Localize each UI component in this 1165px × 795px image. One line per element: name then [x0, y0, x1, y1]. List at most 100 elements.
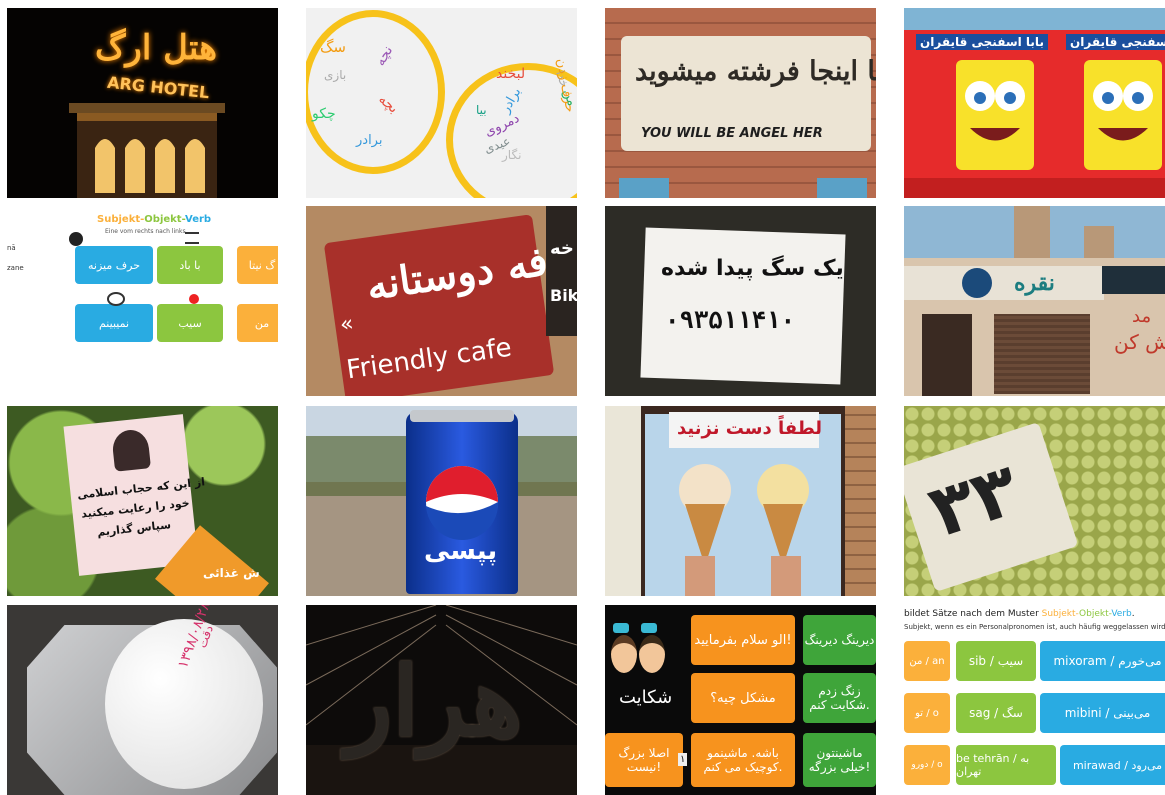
green-bubble-1: دیرینگ دیرینگ — [803, 615, 876, 665]
sov-title: Subjekt-Objekt-Verb — [97, 214, 211, 225]
photo-sov-slide[interactable]: Subjekt-Objekt-Verb Eine vom rechts nach… — [7, 206, 278, 396]
angel-sign-persian: شما اینجا فرشته میشوید — [635, 56, 876, 87]
right-word-8: بیا — [476, 103, 487, 117]
bike-sign-english: Bik — [550, 286, 577, 305]
exercise-line2: Subjekt, wenn es ein Personalpronomen is… — [904, 623, 1165, 631]
green-bubble-3: ماشینتون خیلی بزرگه! — [803, 733, 876, 787]
sov-box-1: حرف میزنه — [75, 246, 153, 284]
exercise-line1-subjekt: Subjekt- — [1041, 609, 1080, 619]
chat-icon-1 — [613, 623, 629, 633]
apple-icon — [189, 294, 199, 304]
orange-bubble-3: باشه. ماشینمو کوچیک می کنم. — [691, 733, 795, 787]
sov-left-text-1: nā — [7, 244, 16, 252]
photo-stamped-egg[interactable]: ۱۳۹۸/۰۸/۲۸ دقت — [7, 605, 278, 795]
sov-left-text-2: zane — [7, 264, 24, 272]
sov-box-5: سیب — [157, 304, 223, 342]
bike-side-sign — [546, 206, 577, 336]
photo-arg-hotel[interactable]: هتل ارگ ARG HOTEL — [7, 8, 278, 198]
photo-friendly-cafe[interactable]: کافه دوستانه « Friendly cafe خه Bik — [306, 206, 577, 396]
left-word-6: برادر — [356, 133, 383, 148]
crossed-eye-icon — [107, 292, 125, 306]
chat-icon-2 — [641, 623, 657, 633]
dog-icon — [69, 232, 83, 246]
exercise-line1-prefix: bildet Sätze nach dem Muster — [904, 609, 1042, 619]
photo-dialogue-slide[interactable]: شکایت الو سلام بفرمایید! مشکل چیه؟ باشه.… — [605, 605, 876, 795]
graffiti-1: مد — [1132, 306, 1152, 327]
store-shutter — [994, 314, 1090, 394]
pepsi-globe-logo — [426, 466, 499, 541]
icecream-cones — [679, 464, 809, 596]
phone-redaction — [795, 306, 823, 332]
exercise-line1-objekt: Objekt- — [1079, 609, 1112, 619]
sov-box-3: گ نیتا — [237, 246, 278, 284]
photo-dark-monument[interactable]: هرار — [306, 605, 577, 795]
dialogue-bottom-label: شکایت — [619, 687, 673, 708]
exercise-line1-verb: Verb — [1111, 609, 1132, 619]
photo-icecream-sign[interactable]: لطفاً دست نزنید — [605, 406, 876, 596]
store-right-sign — [1102, 266, 1165, 294]
sov-title-subjekt: Subjekt- — [97, 214, 145, 225]
flower-pot-right — [817, 178, 867, 198]
photo-grapes-price[interactable]: ۳۳ — [904, 406, 1165, 596]
exercise-line1: bildet Sätze nach dem Muster Subjekt-Obj… — [904, 609, 1135, 619]
flower-pot-left — [619, 178, 669, 198]
photo-storefront[interactable]: نقره مد ش کن — [904, 206, 1165, 396]
row3-right: mirawad / می‌رود — [1060, 745, 1165, 785]
row2-mid: sag / سگ — [956, 693, 1036, 733]
store-sign-strip — [904, 266, 1104, 300]
sov-title-verb: Verb — [185, 214, 212, 225]
store-side-panel — [605, 406, 641, 596]
row2-right: mibini / می‌بینی — [1040, 693, 1165, 733]
lower-sign-text: ش غذائی — [203, 566, 260, 580]
wind-icon — [185, 232, 199, 244]
right-word-7: نگار — [502, 148, 522, 162]
orange-bubble-4: اصلا بزرگ نیست! — [605, 733, 683, 787]
monument-text: هرار — [346, 645, 523, 758]
photo-hijab-sign[interactable]: از این که حجاب اسلامی خود را رعایت میکنی… — [7, 406, 278, 596]
sov-box-2: با باد — [157, 246, 223, 284]
icecream-sign-text: لطفاً دست نزنید — [677, 418, 822, 439]
sov-title-objekt: Objekt- — [144, 214, 186, 225]
left-word-3: بازی — [324, 68, 347, 82]
orange-bubble-2: مشکل چیه؟ — [691, 673, 795, 723]
graffiti-2: ش کن — [1114, 330, 1165, 354]
bike-sign-persian: خه — [550, 238, 574, 259]
left-word-4: چکو — [312, 106, 336, 122]
store-sign-text: نقره — [1014, 270, 1055, 296]
photo-word-circles[interactable]: سگ نچه بازی چکو بچه برادر لبخند خدا من ح… — [306, 8, 577, 198]
avatar-boy-1 — [611, 635, 637, 673]
green-bubble-2: زنگ زدم شکایت کنم. — [803, 673, 876, 723]
pepsi-can-top — [410, 410, 514, 422]
sov-box-6: من — [237, 304, 278, 342]
pepsi-text: پپسی — [424, 536, 498, 566]
row2-left: تو / o — [904, 693, 950, 733]
hotel-sign-persian: هتل ارگ — [95, 28, 218, 68]
lost-dog-phone: ۰۹۳۵۱۱۴۱۰ — [665, 306, 796, 334]
dialogue-number: ۱ — [678, 753, 688, 766]
row1-right: mixoram / می‌خورم — [1040, 641, 1165, 681]
store-logo — [962, 268, 992, 298]
photo-pepsi-can[interactable]: پپسی — [306, 406, 577, 596]
photo-german-exercise[interactable]: bildet Sätze nach dem Muster Subjekt-Obj… — [904, 605, 1165, 795]
exercise-line1-suffix: . — [1131, 609, 1135, 619]
avatar-boy-2 — [639, 635, 665, 673]
row1-left: من / an — [904, 641, 950, 681]
orange-bubble-1: الو سلام بفرمایید! — [691, 615, 795, 665]
brick-wall-right — [845, 406, 876, 596]
wind-tower-1 — [1014, 206, 1050, 266]
store-side-door — [922, 314, 972, 396]
angel-sign-english: YOU WILL BE ANGEL HER — [641, 126, 823, 141]
sov-subtitle: Eine vom rechts nach links — [105, 228, 186, 235]
photo-angel-sign[interactable]: شما اینجا فرشته میشوید YOU WILL BE ANGEL… — [605, 8, 876, 198]
row1-mid: sib / سیب — [956, 641, 1036, 681]
left-word-1: سگ — [320, 38, 346, 56]
spongebob-figures — [904, 60, 1165, 198]
sov-box-4: نمیبینم — [75, 304, 153, 342]
photo-spongebob-banner[interactable]: بابا اسفنجی قایقران باب اسفنجی قایقران — [904, 8, 1165, 198]
row3-mid: be tehrān / به تهران — [956, 745, 1056, 785]
row3-left: دورو / o — [904, 745, 950, 785]
photo-lost-dog-sign[interactable]: یک سگ پیدا شده ۰۹۳۵۱۱۴۱۰ — [605, 206, 876, 396]
lost-dog-line1: یک سگ پیدا شده — [661, 256, 844, 281]
right-word-1: لبخند — [496, 66, 526, 82]
left-circle — [306, 10, 445, 174]
